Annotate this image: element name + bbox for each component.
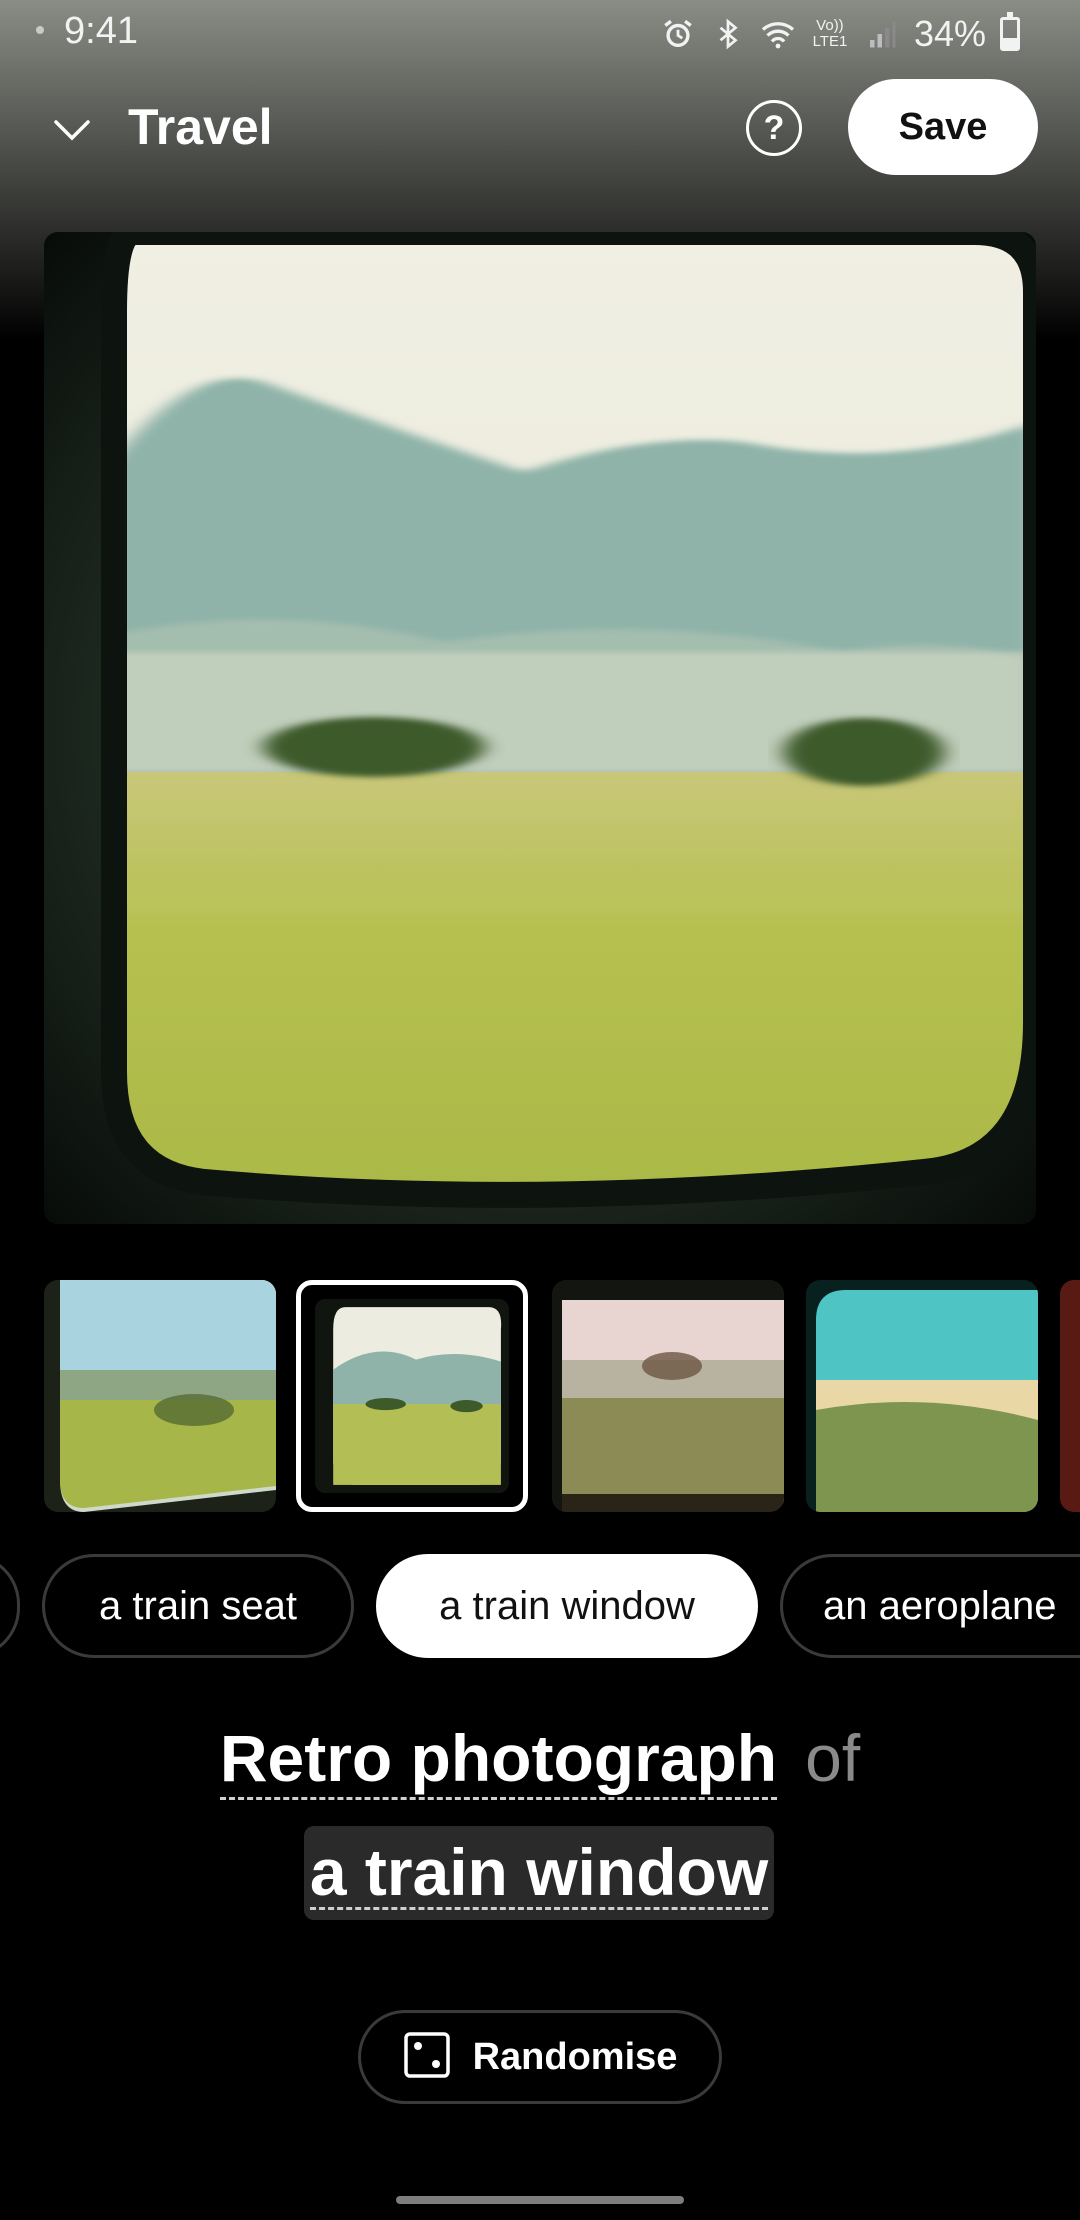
prompt-subject-selector: a train window	[309, 1834, 769, 1910]
battery-level	[1003, 38, 1017, 48]
chip-partial[interactable]	[0, 1554, 20, 1658]
alarm-icon	[660, 16, 696, 52]
help-icon: ?	[763, 108, 785, 147]
train-window-landscape-image	[44, 232, 1036, 1224]
notification-dot	[36, 26, 44, 34]
thumbnail-2[interactable]	[296, 1280, 528, 1512]
battery-percent: 34%	[913, 13, 986, 54]
thumbnail-image	[1060, 1280, 1080, 1512]
network-type-label: Vo)) LTE1	[812, 17, 848, 50]
chip-a-train-window[interactable]: a train window	[376, 1554, 758, 1658]
home-indicator[interactable]	[396, 2196, 684, 2204]
signal-icon	[864, 16, 900, 52]
prompt-line: Retro photograph of	[0, 1720, 1080, 1800]
thumbnail-3[interactable]	[552, 1280, 784, 1512]
battery-icon	[1000, 12, 1020, 51]
randomise-label: Randomise	[472, 2035, 678, 2078]
randomise-button[interactable]: Randomise	[358, 2010, 722, 2104]
thumbnail-image	[552, 1280, 784, 1512]
status-time: 9:41	[64, 10, 138, 52]
dice-icon	[403, 2031, 451, 2084]
generated-image-preview[interactable]	[44, 232, 1036, 1224]
thumbnail-1[interactable]	[44, 1280, 276, 1512]
page-title: Travel	[128, 99, 273, 155]
prompt-subject-box[interactable]: a train window	[304, 1826, 774, 1920]
thumbnail-4[interactable]	[806, 1280, 1038, 1512]
save-button[interactable]: Save	[848, 79, 1038, 175]
subject-chips: a train seat a train window an aeroplane	[0, 1554, 1080, 1660]
variation-thumbnails	[44, 1280, 1080, 1512]
help-button[interactable]: ?	[746, 100, 802, 156]
thumbnail-5-partial[interactable]	[1060, 1280, 1080, 1512]
chip-an-aeroplane[interactable]: an aeroplane	[780, 1554, 1080, 1658]
prompt-connector: of	[805, 1721, 861, 1795]
collapse-button[interactable]	[44, 104, 100, 160]
chip-a-train-seat[interactable]: a train seat	[42, 1554, 354, 1658]
thumbnail-image	[806, 1280, 1038, 1512]
status-icons: Vo)) LTE1 34%	[660, 12, 1020, 56]
prompt-style-selector[interactable]: Retro photograph	[219, 1721, 778, 1800]
status-bar: 9:41 Vo)) LTE1 34%	[0, 0, 1080, 70]
wifi-icon	[760, 16, 796, 52]
thumbnail-image	[44, 1280, 276, 1512]
thumbnail-image	[315, 1299, 509, 1493]
bluetooth-icon	[710, 16, 746, 52]
header: Travel ? Save	[0, 70, 1080, 186]
chevron-down-icon	[52, 118, 92, 147]
